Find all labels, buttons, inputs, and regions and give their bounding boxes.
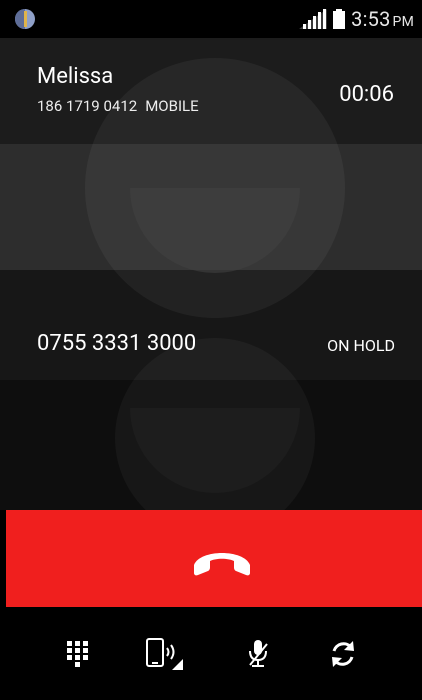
held-call-status: ON HOLD xyxy=(327,336,395,355)
dialpad-icon xyxy=(67,640,88,667)
status-time: 3:53 PM xyxy=(351,7,414,31)
battery-icon xyxy=(333,9,346,29)
mute-button[interactable] xyxy=(226,607,290,700)
call-duration: 00:06 xyxy=(339,82,394,107)
end-call-icon xyxy=(194,553,250,576)
app-notification-icon xyxy=(15,9,35,29)
caller-number-row: 186 1719 0412 MOBILE xyxy=(37,97,199,115)
caller-name: Melissa xyxy=(37,64,114,89)
status-bar: 3:53 PM xyxy=(0,0,422,38)
number-type-label: MOBILE xyxy=(145,97,199,115)
audio-route-button[interactable] xyxy=(133,607,197,700)
held-call-number[interactable]: 0755 3331 3000 xyxy=(37,331,196,356)
swap-calls-icon xyxy=(332,640,354,667)
audio-route-icon xyxy=(146,637,183,670)
in-call-controls xyxy=(0,607,422,700)
dialpad-button[interactable] xyxy=(46,607,110,700)
swap-calls-button[interactable] xyxy=(311,607,375,700)
mute-icon xyxy=(249,639,268,667)
signal-icon xyxy=(299,9,328,29)
end-call-button[interactable] xyxy=(6,510,422,607)
caller-number: 186 1719 0412 xyxy=(37,97,138,115)
